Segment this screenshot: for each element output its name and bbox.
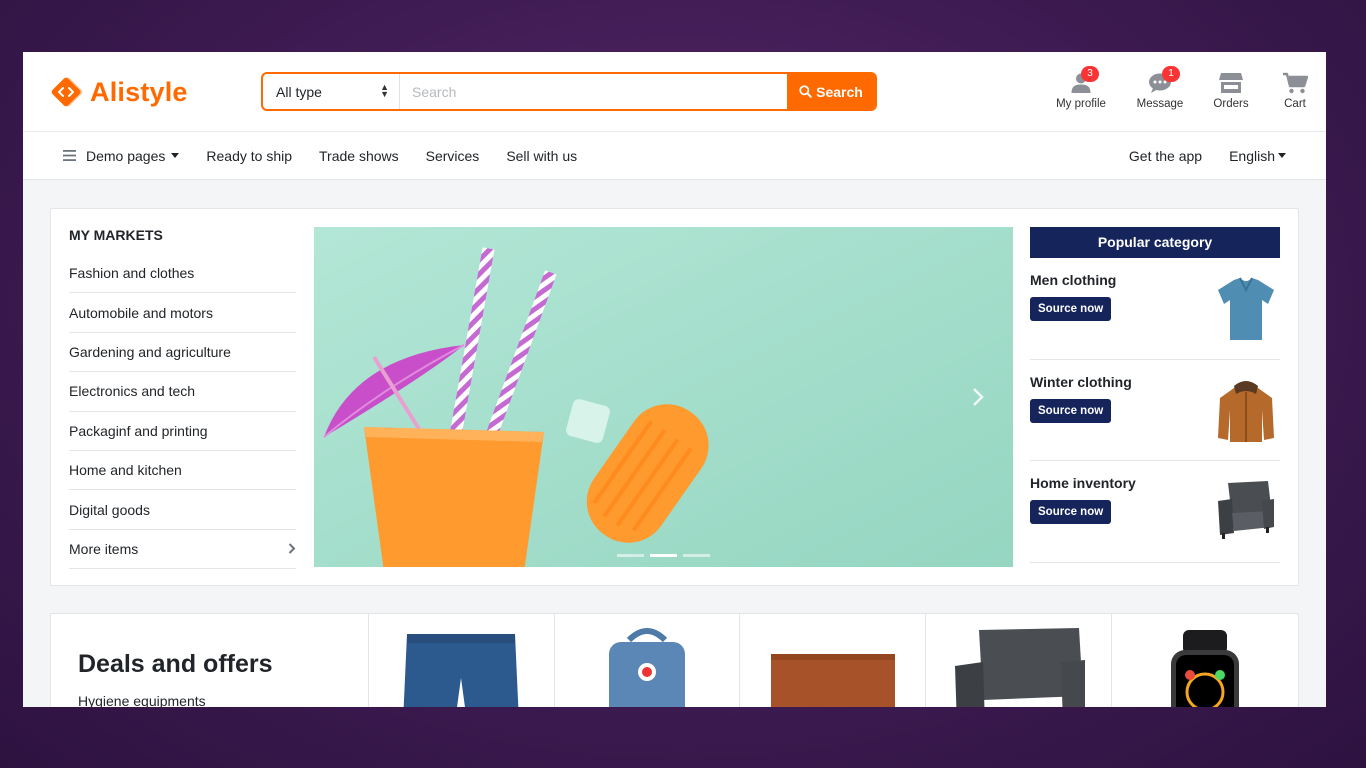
deal-item[interactable] [926, 614, 1113, 707]
search-icon [799, 85, 812, 98]
select-arrows-icon: ▲ ▼ [380, 82, 389, 99]
message-label: Message [1136, 98, 1184, 110]
deals-title: Deals and offers [78, 650, 273, 678]
demo-pages-menu[interactable]: Demo pages [63, 147, 180, 164]
deal-item[interactable] [555, 614, 741, 707]
deals-info: Deals and offers Hygiene equipments [51, 614, 369, 707]
search-type-value: All type [276, 83, 322, 100]
search-type-select[interactable]: All type ▲ ▼ [263, 74, 400, 109]
store-icon [1219, 73, 1243, 93]
caret-down-icon [1278, 153, 1286, 158]
popular-item: Men clothing Source now [1030, 258, 1280, 360]
search-bar: All type ▲ ▼ Search [261, 72, 877, 111]
backpack-icon [609, 628, 686, 707]
hero-section: MY MARKETS Fashion and clothes Automobil… [50, 208, 1299, 586]
nav-item-ready-to-ship[interactable]: Ready to ship [206, 148, 292, 164]
popular-item-title: Winter clothing [1030, 373, 1132, 390]
nav-item-sell-with-us[interactable]: Sell with us [506, 148, 577, 164]
market-item[interactable]: Automobile and motors [69, 293, 296, 333]
logo-text: Alistyle [90, 76, 188, 107]
language-select[interactable]: English [1229, 148, 1286, 164]
jeans-shorts-icon [403, 634, 519, 707]
banner-image [314, 227, 1013, 567]
market-item[interactable]: Home and kitchen [69, 451, 296, 491]
deal-item[interactable] [1112, 614, 1298, 707]
my-markets-list: MY MARKETS Fashion and clothes Automobil… [69, 227, 296, 570]
cart-label: Cart [1284, 98, 1306, 110]
carousel-next-icon[interactable] [971, 387, 985, 407]
market-item-label: Gardening and agriculture [69, 343, 231, 360]
profile-badge: 3 [1081, 66, 1099, 82]
popular-category-title: Popular category [1030, 227, 1280, 258]
market-item[interactable]: Electronics and tech [69, 372, 296, 412]
popular-item: Winter clothing Source now [1030, 360, 1280, 461]
source-now-button[interactable]: Source now [1030, 398, 1112, 423]
winter-jacket-icon [1218, 380, 1274, 442]
hamburger-icon [63, 150, 76, 161]
market-item-label: Electronics and tech [69, 383, 196, 400]
nav-item-trade-shows[interactable]: Trade shows [319, 148, 399, 164]
popular-item-title: Home inventory [1030, 475, 1136, 491]
market-item-label: Home and kitchen [69, 462, 182, 479]
message-button[interactable]: 1 Message [1122, 66, 1198, 110]
more-items-link[interactable]: More items [69, 530, 296, 570]
header-actions: 3 My profile 1 Message Orders Cart [1040, 66, 1326, 110]
armchair-icon [954, 628, 1085, 707]
nav-item-services[interactable]: Services [426, 148, 480, 164]
market-item[interactable]: Fashion and clothes [69, 254, 296, 294]
hero-banner-carousel[interactable] [314, 227, 1013, 567]
language-label: English [1229, 147, 1275, 164]
search-button-label: Search [816, 83, 863, 100]
popular-item: Home inventory Source now [1030, 461, 1280, 563]
my-profile-label: My profile [1056, 98, 1106, 110]
search-button[interactable]: Search [787, 74, 875, 109]
market-item-label: More items [69, 540, 139, 557]
my-profile-button[interactable]: 3 My profile [1040, 66, 1122, 110]
cart-button[interactable]: Cart [1264, 66, 1326, 110]
logo[interactable]: Alistyle [50, 74, 188, 110]
market-item-label: Digital goods [69, 501, 150, 518]
market-item[interactable]: Packaginf and printing [69, 412, 296, 451]
source-now-button[interactable]: Source now [1030, 500, 1112, 524]
deals-subtitle: Hygiene equipments [78, 693, 206, 707]
markets-title: MY MARKETS [69, 227, 163, 243]
demo-pages-label: Demo pages [86, 147, 166, 164]
site-header: Alistyle All type ▲ ▼ Search Search 3 My… [23, 52, 1326, 132]
source-now-button[interactable]: Source now [1030, 297, 1112, 321]
popular-item-title: Men clothing [1030, 272, 1117, 288]
caret-down-icon [171, 153, 180, 158]
chevron-right-icon [288, 543, 296, 555]
deals-section: Deals and offers Hygiene equipments [50, 613, 1299, 707]
market-item[interactable]: Gardening and agriculture [69, 333, 296, 373]
market-item-label: Fashion and clothes [69, 265, 195, 282]
smartwatch-icon [1171, 630, 1240, 707]
orders-label: Orders [1213, 98, 1249, 110]
main-nav: Demo pages Ready to ship Trade shows Ser… [23, 132, 1326, 180]
polo-shirt-icon [1218, 277, 1274, 340]
message-badge: 1 [1162, 66, 1180, 82]
market-item[interactable]: Digital goods [69, 490, 296, 530]
market-item-label: Packaginf and printing [69, 422, 208, 439]
logo-icon [50, 74, 86, 110]
laptop-sleeve-icon [770, 654, 895, 707]
orders-button[interactable]: Orders [1198, 66, 1264, 110]
popular-category-panel: Popular category Men clothing Source now… [1030, 227, 1280, 563]
deal-item[interactable] [740, 614, 927, 707]
market-item-label: Automobile and motors [69, 304, 213, 321]
search-input[interactable] [400, 74, 787, 109]
get-the-app-link[interactable]: Get the app [1129, 148, 1202, 164]
browser-viewport: Alistyle All type ▲ ▼ Search Search 3 My… [23, 52, 1326, 707]
armchair-icon [1218, 481, 1274, 539]
deal-item[interactable] [369, 614, 555, 707]
cart-icon [1283, 72, 1308, 94]
